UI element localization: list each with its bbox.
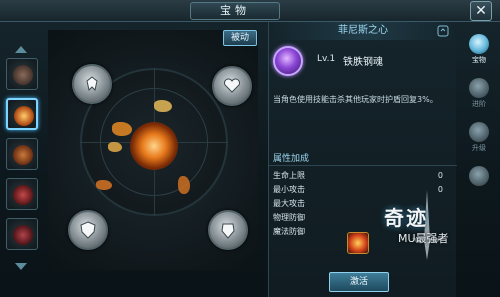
tab-label: 升级	[472, 144, 486, 152]
treasure-slot-list	[0, 30, 44, 270]
treasure-slot-3[interactable]	[6, 138, 38, 170]
treasure-showcase	[48, 30, 258, 270]
title-bar: 宝物 ✕	[0, 0, 500, 22]
attributes-header: 属性加成	[269, 152, 457, 166]
phoenix-core-glow	[130, 122, 178, 170]
locked-treasure-icon	[13, 65, 33, 85]
flame-fragment	[96, 180, 112, 190]
wing-icon	[86, 76, 98, 91]
shield-emblem-slot[interactable]	[68, 210, 108, 250]
fire-treasure-icon	[13, 145, 33, 165]
treasure-icon	[469, 34, 489, 54]
close-icon: ✕	[475, 3, 487, 19]
upgrade-icon	[469, 122, 489, 142]
flame-fragment	[108, 142, 122, 152]
armor-icon	[221, 223, 235, 239]
treasure-slot-5[interactable]	[6, 218, 38, 250]
tab-advance[interactable]: 进阶	[460, 74, 498, 112]
attribute-label: 生命上限	[273, 171, 305, 180]
attribute-label: 最大攻击	[273, 199, 305, 208]
crimson-treasure-icon	[13, 225, 33, 245]
treasure-slot-1[interactable]	[6, 58, 38, 90]
flame-fragment	[154, 100, 172, 112]
attribute-label: 魔法防御	[273, 227, 305, 236]
info-icon[interactable]	[437, 25, 449, 37]
armor-emblem-slot[interactable]	[208, 210, 248, 250]
heart-of-phoenix-icon	[14, 106, 34, 126]
skill-name: 铁胅钢魂	[343, 57, 383, 68]
tab-upgrade[interactable]: 升级	[460, 118, 498, 156]
attribute-value: 0	[437, 171, 443, 180]
side-tab-bar: 宝物 进阶 升级	[458, 22, 500, 202]
flame-fragment	[178, 176, 190, 194]
scroll-down-arrow-icon[interactable]	[15, 263, 27, 270]
treasure-slot-2-selected[interactable]	[6, 98, 38, 130]
heart-icon	[224, 78, 240, 93]
emblem-icon	[469, 166, 489, 186]
wing-emblem-slot[interactable]	[72, 64, 112, 104]
close-button[interactable]: ✕	[470, 1, 492, 21]
flame-fragment	[112, 122, 132, 136]
treasure-slot-4[interactable]	[6, 178, 38, 210]
window-title: 宝物	[190, 2, 280, 20]
tab-label: 进阶	[472, 100, 486, 108]
tab-label: 宝物	[472, 56, 486, 64]
advance-icon	[469, 78, 489, 98]
heart-emblem-slot[interactable]	[212, 66, 252, 106]
skill-description: 当角色使用技能击杀其他玩家时护盾回复3%。	[273, 95, 438, 104]
activate-button[interactable]: 激活	[329, 272, 389, 292]
attribute-row: 生命上限 0	[273, 170, 443, 182]
skill-level: Lv.1	[317, 54, 336, 64]
passive-tag: 被动	[223, 30, 257, 46]
shield-icon	[80, 221, 96, 239]
game-logo: 奇迹 MU最强者	[370, 190, 480, 260]
attribute-label: 最小攻击	[273, 185, 305, 194]
material-slot[interactable]	[347, 232, 369, 254]
tab-treasure[interactable]: 宝物	[460, 30, 498, 68]
red-treasure-icon	[13, 185, 33, 205]
logo-title: 奇迹	[384, 206, 428, 230]
logo-subtitle: MU最强者	[398, 232, 449, 245]
attribute-label: 物理防御	[273, 213, 305, 222]
skill-icon	[273, 46, 303, 76]
scroll-up-arrow-icon[interactable]	[15, 46, 27, 53]
treasure-name-title: 菲尼斯之心	[269, 22, 457, 40]
treasure-window: 宝物 ✕ 被动 菲尼斯之心 Lv.1 铁胅钢魂 当角色使用技能击杀其他玩家时护盾…	[0, 0, 500, 297]
